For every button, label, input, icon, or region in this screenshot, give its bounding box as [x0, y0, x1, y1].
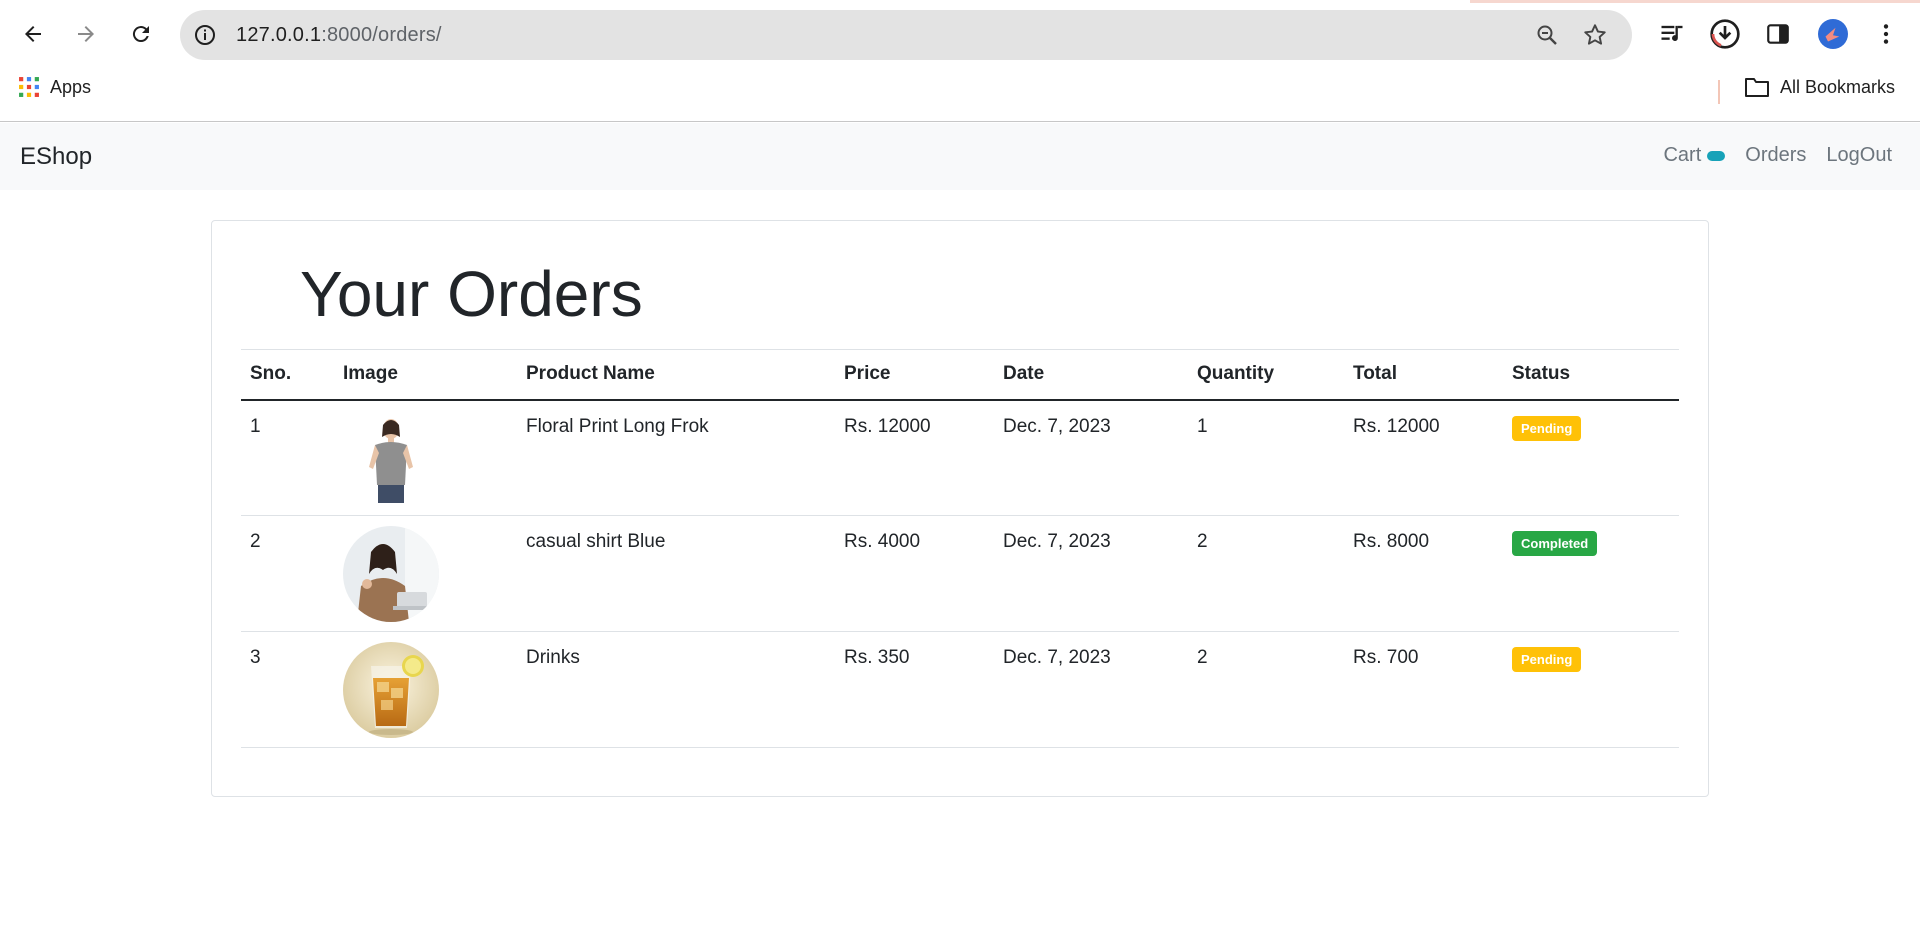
reload-icon	[132, 26, 149, 43]
apps-bookmark[interactable]: Apps	[18, 76, 91, 98]
all-bookmarks-label: All Bookmarks	[1780, 76, 1896, 97]
cell-price: Rs. 12000	[835, 399, 994, 516]
folder-icon	[1745, 78, 1769, 97]
back-arrow-icon	[25, 26, 41, 42]
tab-strip-edge	[0, 0, 1920, 8]
cell-status: Pending	[1503, 399, 1679, 516]
product-image	[343, 642, 439, 738]
bookmarks-bar: Apps All Bookmarks	[0, 72, 1920, 108]
media-playlist-icon[interactable]	[1654, 16, 1690, 52]
cell-quantity: 2	[1188, 631, 1344, 748]
nav-links: Cart Orders LogOut	[1663, 144, 1892, 167]
product-image	[343, 526, 439, 622]
cell-product-name: casual shirt Blue	[517, 515, 835, 632]
cell-sno: 2	[241, 515, 334, 632]
zoom-icon[interactable]	[1534, 22, 1560, 48]
url-host: 127.0.0.1	[236, 24, 322, 46]
header-status: Status	[1503, 349, 1679, 401]
status-badge: Pending	[1512, 415, 1582, 441]
bookmarks-separator	[1718, 80, 1720, 104]
cell-price: Rs. 4000	[835, 515, 994, 632]
app-navbar: EShop Cart Orders LogOut	[0, 123, 1920, 190]
nav-cart-label: Cart	[1663, 144, 1702, 166]
download-icon[interactable]	[1707, 16, 1743, 52]
product-image	[343, 410, 439, 507]
cell-total: Rs. 12000	[1344, 399, 1503, 516]
header-price: Price	[835, 349, 994, 401]
orders-table: Sno. Image Product Name Price Date Quant…	[241, 349, 1679, 748]
orders-card: Your Orders Sno. Image Product Name Pric…	[211, 220, 1709, 797]
profile-avatar-icon[interactable]	[1815, 16, 1851, 52]
table-row: 3 Drinks Rs. 350 Dec. 7, 2023 2 Rs. 700 …	[241, 631, 1679, 748]
all-bookmarks-button[interactable]: All Bookmarks	[1744, 76, 1895, 98]
bookmark-star-icon[interactable]	[1582, 22, 1608, 48]
table-row: 2 casual shirt Blue Rs. 4000 Dec. 7, 202…	[241, 515, 1679, 632]
reload-button[interactable]	[121, 14, 161, 54]
cell-price: Rs. 350	[835, 631, 994, 748]
side-panel-icon[interactable]	[1760, 16, 1796, 52]
cell-quantity: 2	[1188, 515, 1344, 632]
cell-date: Dec. 7, 2023	[994, 631, 1188, 748]
header-total: Total	[1344, 349, 1503, 401]
header-sno: Sno.	[241, 349, 334, 401]
apps-bookmark-label: Apps	[50, 76, 92, 97]
cell-total: Rs. 8000	[1344, 515, 1503, 632]
nav-orders-link[interactable]: Orders	[1745, 144, 1806, 167]
back-button[interactable]	[13, 14, 53, 54]
page-title: Your Orders	[300, 258, 643, 330]
cell-image	[334, 399, 517, 516]
cell-sno: 3	[241, 631, 334, 748]
nav-cart-link[interactable]: Cart	[1663, 144, 1726, 167]
url-text[interactable]: 127.0.0.1:8000/orders/	[236, 24, 442, 47]
cell-sno: 1	[241, 399, 334, 516]
cell-status: Pending	[1503, 631, 1679, 748]
brand-link[interactable]: EShop	[20, 143, 92, 171]
cell-date: Dec. 7, 2023	[994, 399, 1188, 516]
cell-image	[334, 631, 517, 748]
status-badge: Completed	[1512, 531, 1598, 556]
browser-menu-icon[interactable]	[1868, 16, 1904, 52]
site-info-icon[interactable]	[192, 22, 218, 48]
apps-grid-icon	[19, 77, 39, 97]
cell-quantity: 1	[1188, 399, 1344, 516]
forward-button[interactable]	[66, 14, 106, 54]
cell-date: Dec. 7, 2023	[994, 515, 1188, 632]
status-badge: Pending	[1512, 647, 1582, 672]
address-bar[interactable]: 127.0.0.1:8000/orders/	[180, 10, 1632, 60]
browser-chrome: 127.0.0.1:8000/orders/ Apps All Bookmark…	[0, 0, 1920, 122]
cell-image	[334, 515, 517, 632]
nav-logout-link[interactable]: LogOut	[1826, 144, 1892, 167]
cell-product-name: Floral Print Long Frok	[517, 399, 835, 516]
cell-product-name: Drinks	[517, 631, 835, 748]
url-path: :8000/orders/	[321, 24, 442, 46]
cell-total: Rs. 700	[1344, 631, 1503, 748]
cart-count-badge	[1707, 150, 1726, 161]
header-product-name: Product Name	[517, 349, 835, 401]
cell-status: Completed	[1503, 515, 1679, 632]
forward-arrow-icon	[78, 26, 94, 42]
header-image: Image	[334, 349, 517, 401]
table-row: 1 Floral Print Long Frok Rs. 12000 Dec. …	[241, 399, 1679, 516]
table-header-row: Sno. Image Product Name Price Date Quant…	[241, 349, 1679, 401]
header-quantity: Quantity	[1188, 349, 1344, 401]
header-date: Date	[994, 349, 1188, 401]
